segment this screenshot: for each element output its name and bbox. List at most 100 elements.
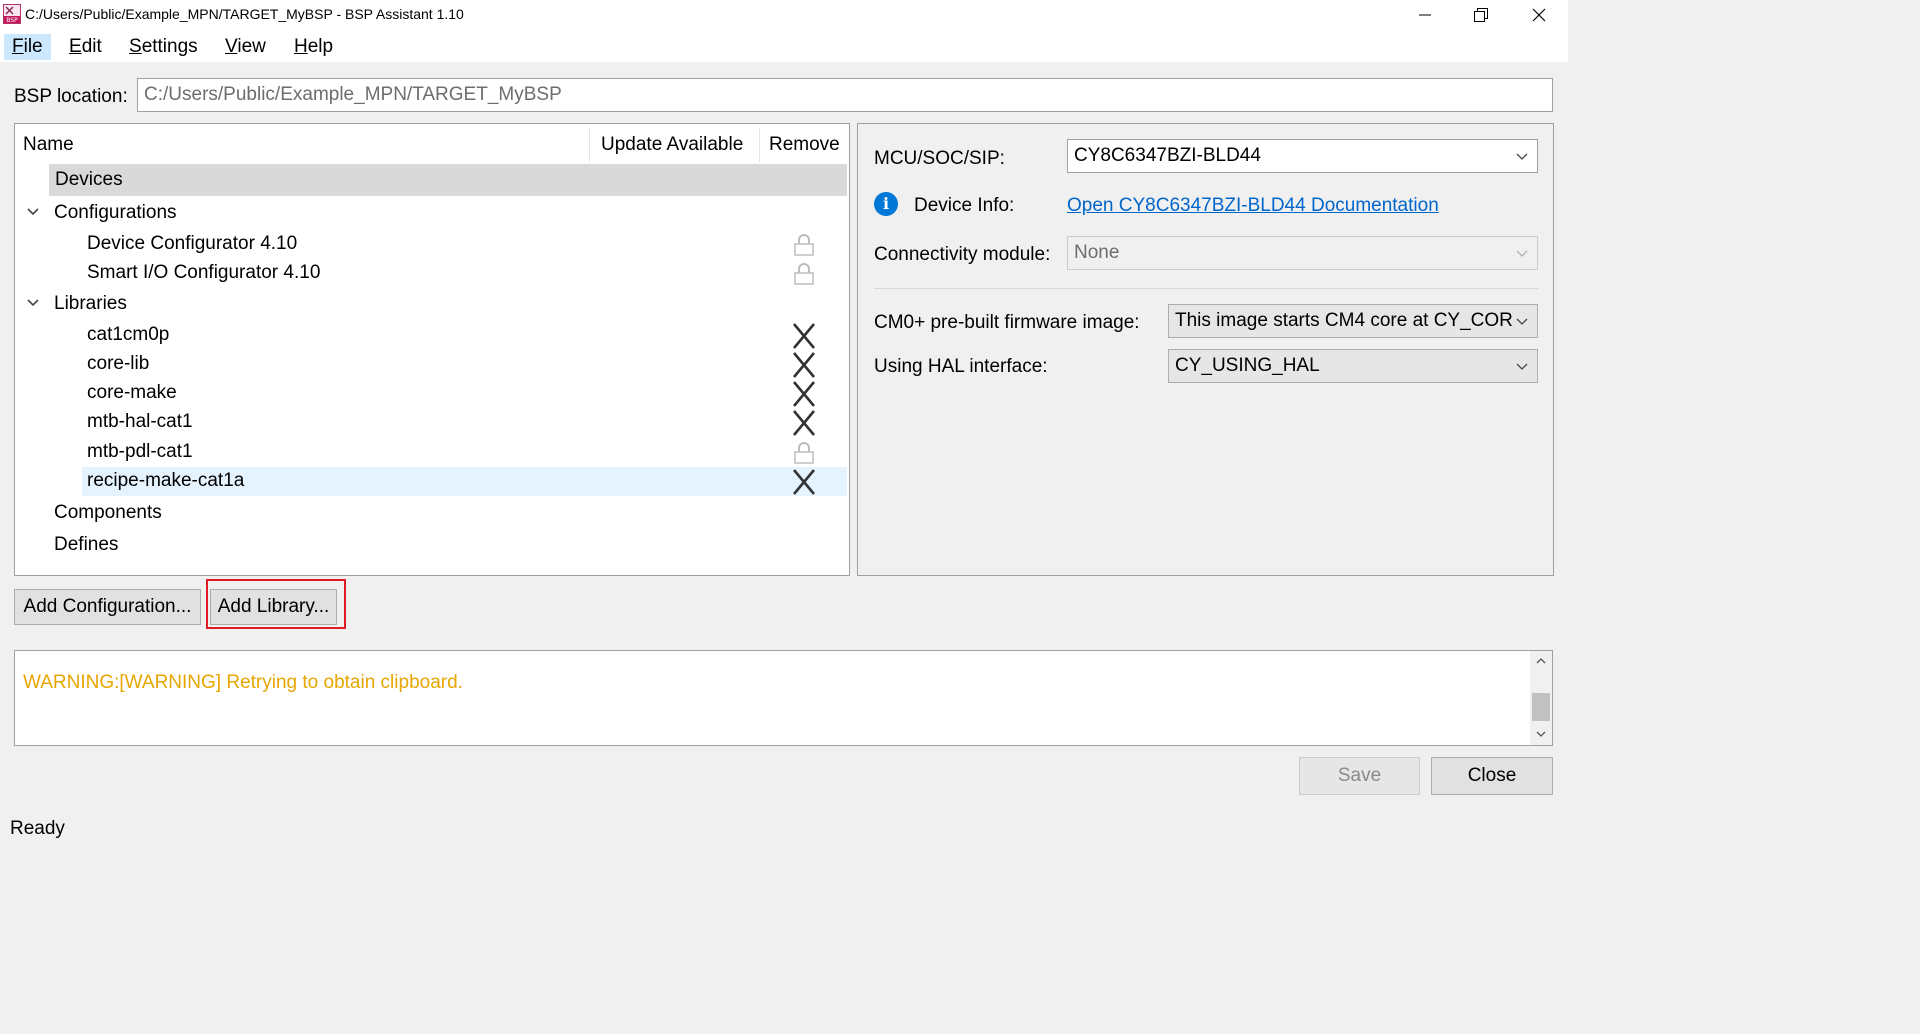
tree-header: Name Update Available Remove <box>15 124 849 164</box>
bsp-location-field[interactable]: C:/Users/Public/Example_MPN/TARGET_MyBSP <box>137 78 1553 112</box>
minimize-button[interactable] <box>1396 0 1454 30</box>
menu-view-mnemonic: V <box>225 36 238 57</box>
remove-library-button[interactable] <box>790 379 818 408</box>
tree-row-label: Configurations <box>54 202 177 223</box>
menu-view[interactable]: View <box>217 34 274 60</box>
menu-file-label: ile <box>23 36 43 57</box>
add-configuration-button[interactable]: Add Configuration... <box>14 589 201 625</box>
remove-cell <box>790 438 818 467</box>
remove-cell <box>790 230 818 259</box>
remove-x-icon <box>793 351 815 378</box>
remove-cell <box>790 259 818 288</box>
cm0-image-select-value: This image starts CM4 core at CY_COR <box>1175 310 1513 331</box>
menu-edit[interactable]: Edit <box>61 34 110 60</box>
remove-library-button[interactable] <box>790 350 818 379</box>
tree-row-label: mtb-hal-cat1 <box>87 411 193 432</box>
hal-interface-select[interactable]: CY_USING_HAL <box>1168 349 1538 383</box>
section-divider <box>874 288 1538 289</box>
menu-file[interactable]: File <box>4 34 51 60</box>
app-icon-text: BSP <box>6 17 18 24</box>
highlight-box <box>206 579 346 629</box>
tree-row-smart-io-configurator[interactable]: Smart I/O Configurator 4.10 <box>15 259 849 288</box>
column-separator <box>589 128 590 162</box>
tree-row-label: Defines <box>54 534 119 555</box>
tree-row-core-make[interactable]: core-make <box>15 379 849 408</box>
menu-view-label: iew <box>237 36 266 57</box>
close-button[interactable]: Close <box>1431 757 1553 795</box>
tree-row-label: recipe-make-cat1a <box>87 470 245 491</box>
minimize-icon <box>1419 14 1431 16</box>
properties-panel: MCU/SOC/SIP: CY8C6347BZI-BLD44 i Device … <box>857 123 1554 576</box>
close-icon <box>1532 8 1546 22</box>
tree-row-label: Smart I/O Configurator 4.10 <box>87 262 321 283</box>
tree-row-mtb-hal-cat1[interactable]: mtb-hal-cat1 <box>15 408 849 437</box>
message-log: WARNING:[WARNING] Retrying to obtain cli… <box>14 650 1553 746</box>
menu-help[interactable]: Help <box>286 34 341 60</box>
status-text: Ready <box>10 818 65 839</box>
tree-row-configurations[interactable]: Configurations <box>15 199 849 228</box>
scrollbar-thumb[interactable] <box>1532 693 1550 721</box>
tree-row-label: Libraries <box>54 293 127 314</box>
menu-edit-mnemonic: E <box>69 36 82 57</box>
chevron-down-icon[interactable] <box>25 204 41 220</box>
tree-row-label: core-lib <box>87 353 150 374</box>
menu-settings[interactable]: Settings <box>121 34 206 60</box>
tree-row-defines[interactable]: Defines <box>15 531 849 560</box>
lock-icon <box>794 233 814 256</box>
tree-row-label: core-make <box>87 382 177 403</box>
log-warning-message: WARNING:[WARNING] Retrying to obtain cli… <box>23 672 463 693</box>
connectivity-label: Connectivity module: <box>874 244 1051 265</box>
device-info-label: Device Info: <box>914 195 1015 216</box>
remove-library-button[interactable] <box>790 321 818 350</box>
mcu-select-value: CY8C6347BZI-BLD44 <box>1074 145 1261 166</box>
column-separator <box>759 128 760 162</box>
tree-row-components[interactable]: Components <box>15 499 849 528</box>
tree-row-core-lib[interactable]: core-lib <box>15 350 849 379</box>
bsp-tree-panel: Name Update Available Remove Devices Con… <box>14 123 850 576</box>
scroll-up-icon[interactable] <box>1535 656 1547 666</box>
column-remove-header[interactable]: Remove <box>769 124 840 164</box>
bsp-location-label: BSP location: <box>14 86 128 107</box>
restore-icon <box>1474 8 1488 22</box>
tree-row-device-configurator[interactable]: Device Configurator 4.10 <box>15 230 849 259</box>
device-documentation-link[interactable]: Open CY8C6347BZI-BLD44 Documentation <box>1067 195 1439 217</box>
connectivity-select-value: None <box>1074 242 1120 263</box>
tree-row-cat1cm0p[interactable]: cat1cm0p <box>15 321 849 350</box>
log-scrollbar[interactable] <box>1530 651 1552 745</box>
bsp-app-icon: BSP <box>3 4 21 24</box>
tree-row-label: Devices <box>55 169 123 190</box>
hal-interface-label: Using HAL interface: <box>874 356 1048 377</box>
restore-button[interactable] <box>1452 0 1510 30</box>
chevron-down-icon <box>1516 363 1528 370</box>
remove-library-button[interactable] <box>790 408 818 437</box>
menu-file-mnemonic: F <box>12 36 24 57</box>
mcu-label: MCU/SOC/SIP: <box>874 148 1005 169</box>
menu-help-mnemonic: H <box>294 36 308 57</box>
lock-icon <box>794 441 814 464</box>
menu-bar: File Edit Settings View Help <box>0 30 1568 62</box>
cm0-image-select[interactable]: This image starts CM4 core at CY_COR <box>1168 304 1538 338</box>
save-button[interactable]: Save <box>1299 757 1420 795</box>
column-name-header[interactable]: Name <box>23 124 74 164</box>
tree-row-label: cat1cm0p <box>87 324 170 345</box>
column-update-header[interactable]: Update Available <box>601 124 743 164</box>
mcu-select[interactable]: CY8C6347BZI-BLD44 <box>1067 139 1538 173</box>
tree-row-libraries[interactable]: Libraries <box>15 290 849 319</box>
info-icon: i <box>874 192 898 216</box>
menu-help-label: elp <box>307 36 334 57</box>
title-bar: BSP C:/Users/Public/Example_MPN/TARGET_M… <box>0 0 1568 30</box>
close-window-button[interactable] <box>1510 0 1568 30</box>
tree-row-devices[interactable]: Devices <box>49 164 847 196</box>
tree-row-recipe-make-cat1a[interactable]: recipe-make-cat1a <box>82 467 847 496</box>
menu-settings-label: ettings <box>141 36 198 57</box>
remove-x-icon <box>793 409 815 436</box>
chevron-down-icon <box>1516 318 1528 325</box>
remove-library-button[interactable] <box>790 467 818 496</box>
scroll-down-icon[interactable] <box>1535 729 1547 739</box>
hal-interface-select-value: CY_USING_HAL <box>1175 355 1320 376</box>
tree-row-mtb-pdl-cat1[interactable]: mtb-pdl-cat1 <box>15 438 849 467</box>
chevron-down-icon[interactable] <box>25 295 41 311</box>
tree-row-label: Components <box>54 502 162 523</box>
lock-icon <box>794 262 814 285</box>
connectivity-select[interactable]: None <box>1067 236 1538 270</box>
